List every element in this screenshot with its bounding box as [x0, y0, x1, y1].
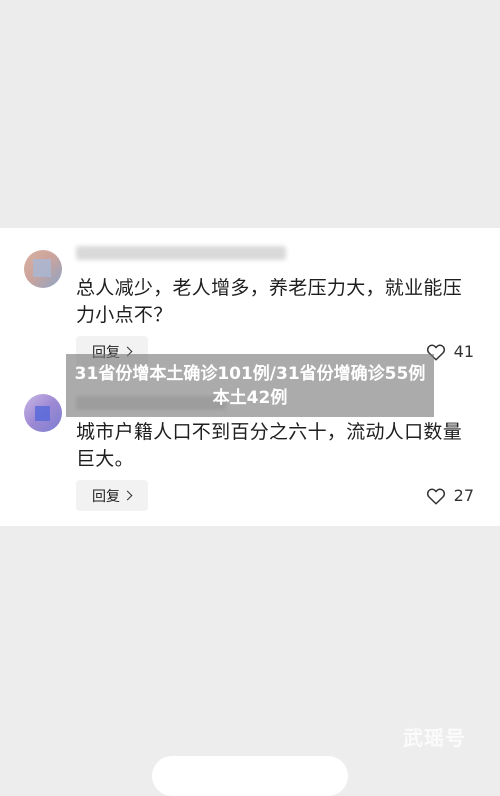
top-empty-area [0, 0, 500, 228]
like-count: 41 [453, 342, 474, 361]
watermark: 武瑶号 [403, 726, 466, 750]
bottom-input-pill[interactable] [152, 756, 348, 796]
comment-text: 城市户籍人口不到百分之六十，流动人口数量巨大。 [76, 421, 463, 470]
reply-label: 回复 [92, 488, 120, 505]
reply-button[interactable]: 回复 [76, 480, 148, 511]
comment-text: 总人减少，老人增多，养老压力大，就业能压力小点不？ [76, 277, 463, 326]
like-button[interactable]: 27 [426, 486, 474, 505]
headline-overlay: 31省份增本土确诊101例/31省份增确诊55例本土42例 [66, 354, 434, 417]
like-count: 27 [453, 486, 474, 505]
avatar[interactable] [24, 250, 62, 288]
heart-outline-icon [426, 488, 445, 505]
blurred-username [76, 246, 286, 260]
chevron-right-icon [122, 490, 133, 501]
avatar[interactable] [24, 394, 62, 432]
